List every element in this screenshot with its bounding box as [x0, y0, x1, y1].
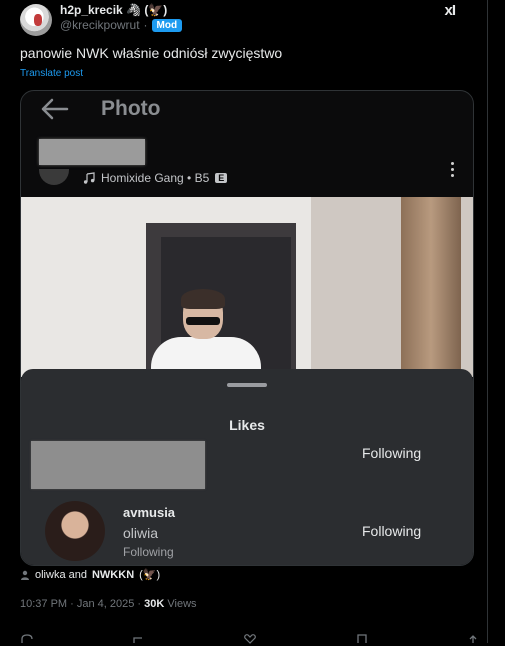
liker-username: avmusia: [123, 505, 176, 520]
likers-name[interactable]: NWKKN: [92, 569, 134, 581]
avmusia-avatar: [45, 501, 105, 561]
likers-prefix: oliwka and: [35, 568, 87, 581]
person-hair: [181, 289, 225, 309]
music-label: Homixide Gang • B5: [101, 171, 210, 185]
tweet-meta: 10:37 PM · Jan 4, 2025 · 30K Views: [20, 598, 197, 610]
tweet-text: panowie NWK właśnie odniósł zwycięstwo: [20, 45, 283, 61]
grok-icon[interactable]: xI: [444, 2, 455, 19]
column-border: [487, 0, 488, 643]
avatar-figure: [34, 14, 42, 26]
views-label: Views: [167, 598, 197, 610]
explicit-badge: E: [215, 173, 228, 183]
tweet-timestamp[interactable]: 10:37 PM · Jan 4, 2025 ·: [20, 598, 141, 610]
screen-title: Photo: [101, 97, 161, 120]
likes-sheet: Likes Following avmusia oliwia Following…: [21, 369, 473, 565]
music-row: Homixide Gang • B5 E: [83, 171, 228, 185]
attached-image[interactable]: Photo Homixide Gang • B5 E Likes Followi…: [20, 90, 474, 566]
author-handle[interactable]: @krecikpowrut: [60, 18, 140, 32]
mod-badge: Mod: [151, 18, 183, 32]
liked-by-row[interactable]: oliwka and NWKKN (🦅): [20, 568, 160, 581]
liker-display-name: oliwia: [123, 525, 159, 541]
censored-user-row: [31, 441, 205, 489]
room-photo: [21, 197, 473, 377]
handle-separator: ·: [143, 18, 148, 32]
person-icon: [21, 570, 29, 580]
tweet-actions: [20, 634, 480, 646]
censored-username: [39, 139, 145, 165]
following-button: Following: [362, 445, 422, 461]
music-note-icon: [83, 172, 95, 184]
following-button: Following: [362, 523, 422, 539]
sheet-drag-handle: [227, 383, 267, 387]
likes-title: Likes: [229, 417, 265, 433]
author-handle-row: @krecikpowrut · Mod: [60, 18, 183, 32]
wooden-panel: [401, 197, 461, 377]
more-vertical-icon: [451, 159, 455, 180]
views-count: 30K: [144, 598, 165, 610]
liker-status: Following: [123, 545, 174, 559]
person-sunglasses: [186, 317, 220, 325]
author-display-name[interactable]: h2p_krecik 🦓 (🦅): [60, 3, 167, 17]
translate-post-link[interactable]: Translate post: [20, 68, 83, 79]
likers-suffix: (🦅): [139, 569, 161, 581]
author-avatar[interactable]: [20, 4, 52, 36]
poster-avatar: [39, 169, 69, 185]
back-arrow-icon: [41, 98, 69, 120]
